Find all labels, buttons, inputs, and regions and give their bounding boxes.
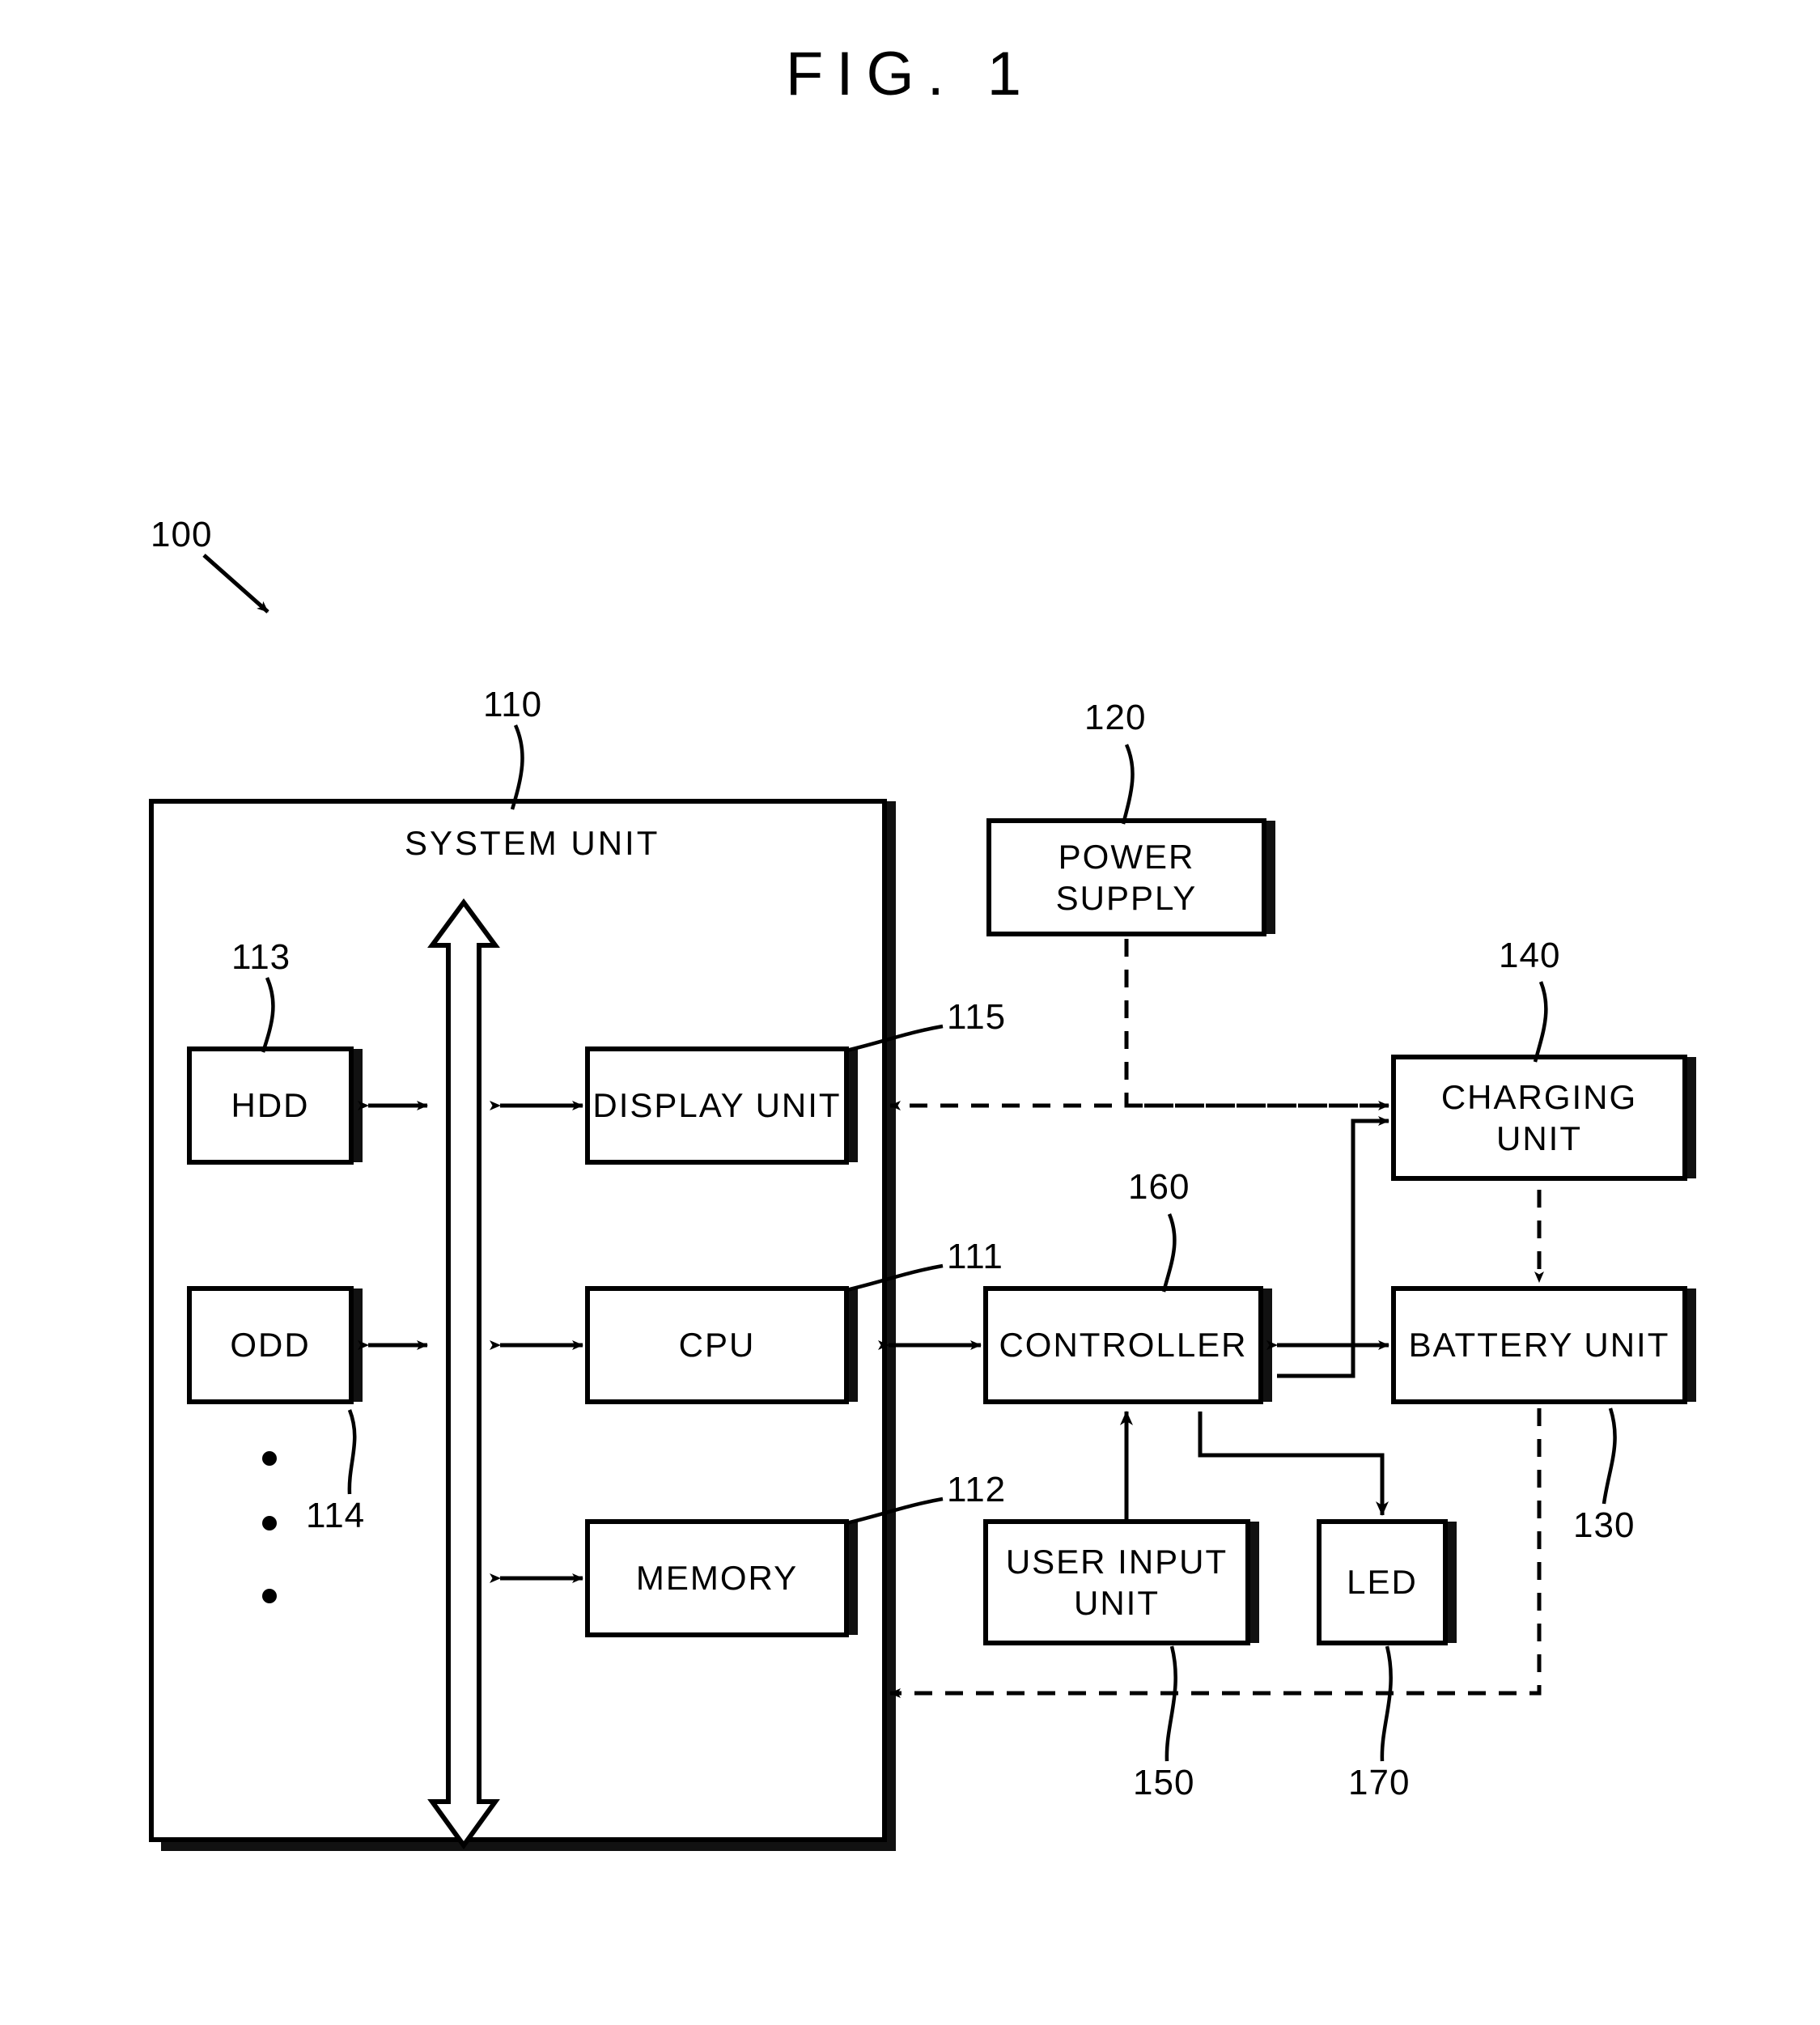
user-input-box <box>983 1519 1250 1645</box>
ref-130-leader <box>1602 1407 1617 1505</box>
diagram-vector-layer <box>149 554 1696 1851</box>
odd-box <box>187 1286 354 1404</box>
ref-160-leader <box>1161 1213 1177 1293</box>
conn-controller-led <box>1198 1412 1389 1516</box>
ref-140: 140 <box>1499 936 1561 975</box>
ref-120: 120 <box>1084 698 1147 737</box>
conn-controller-charging <box>1277 1116 1389 1378</box>
ref-114-leader <box>347 1409 357 1495</box>
ref-130: 130 <box>1573 1505 1635 1545</box>
ref-160: 160 <box>1128 1167 1190 1207</box>
power-supply-box <box>986 818 1266 936</box>
controller-box <box>983 1286 1263 1404</box>
ref-114: 114 <box>306 1496 366 1535</box>
ref-100: 100 <box>151 515 213 554</box>
ref-111: 111 <box>947 1237 1003 1276</box>
ref-170-leader <box>1380 1645 1393 1762</box>
led-box <box>1317 1519 1448 1645</box>
ref-170: 170 <box>1348 1763 1411 1802</box>
system-unit-title: SYSTEM UNIT <box>405 824 660 862</box>
charging-unit-box <box>1391 1055 1687 1181</box>
vertical-ellipsis <box>262 1451 277 1603</box>
memory-box <box>585 1519 849 1637</box>
system-bus-arrow <box>427 898 500 1850</box>
ref-113-leader <box>261 977 275 1053</box>
ref-113: 113 <box>231 937 291 977</box>
ref-150-leader <box>1165 1645 1177 1762</box>
conn-power-charging <box>1124 939 1389 1110</box>
hdd-box <box>187 1046 354 1165</box>
battery-unit-box <box>1391 1286 1687 1404</box>
patent-figure-page: FIG. 1 100 110 SYSTEM UNIT 113 114 115 1… <box>0 0 1820 2025</box>
ref-110-leader <box>510 724 524 810</box>
ref-112: 112 <box>947 1470 1007 1509</box>
ref-150: 150 <box>1133 1763 1195 1802</box>
ref-120-leader <box>1121 744 1135 825</box>
display-unit-box <box>585 1046 849 1165</box>
ref-115: 115 <box>947 997 1007 1037</box>
cpu-box <box>585 1286 849 1404</box>
ref-100-leader <box>202 554 269 613</box>
ref-140-leader <box>1533 981 1548 1063</box>
ref-110: 110 <box>483 685 543 724</box>
